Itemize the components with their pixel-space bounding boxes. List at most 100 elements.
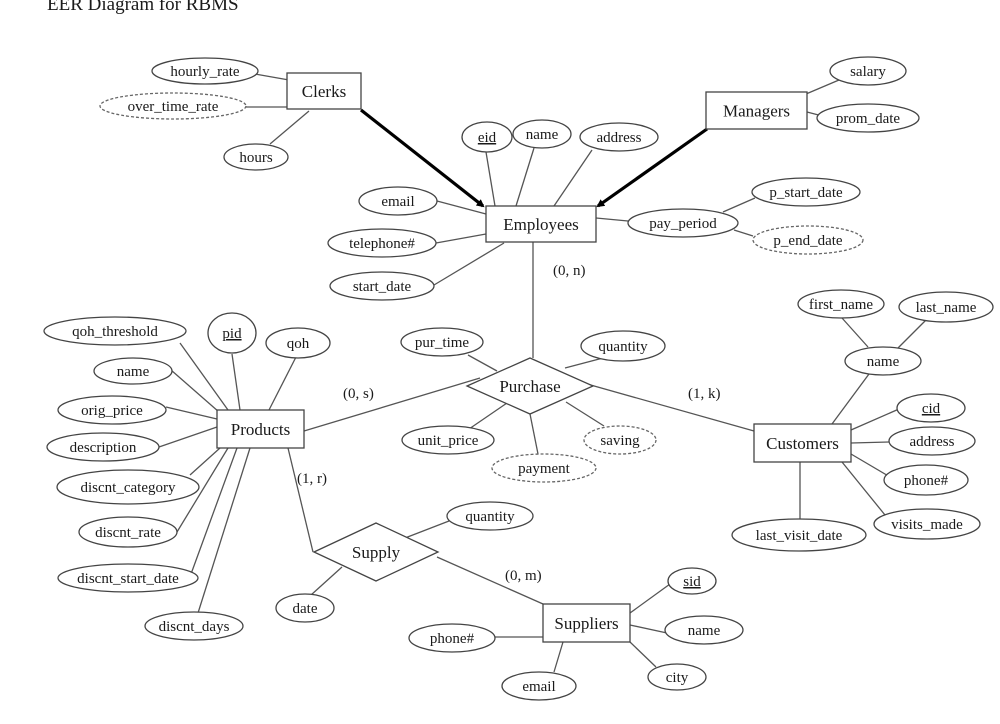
attribute-label: unit_price [418,433,479,449]
attribute-label: saving [600,433,640,449]
attribute-label: discnt_rate [95,525,161,541]
attribute-label: name [526,127,559,143]
attribute-customers-last_visit_date[interactable]: last_visit_date [731,518,867,552]
entity-clerks[interactable]: Clerks [286,72,362,110]
attribute-label: email [381,194,414,210]
attribute-suppliers-email[interactable]: email [501,671,577,701]
attribute-employees-name[interactable]: name [512,119,572,149]
cardinality-suppliers-supply: (0, m) [505,568,542,584]
attribute-connector [805,79,840,95]
attribute-connector [467,354,498,372]
attribute-connector [268,356,297,411]
entity-suppliers[interactable]: Suppliers [542,603,631,643]
relationship-supply[interactable]: Supply [312,522,440,582]
attribute-supply-date[interactable]: date [275,593,335,623]
attribute-employees-email[interactable]: email [358,186,438,216]
attribute-connector [850,453,891,478]
key-attribute-label: cid [922,401,941,417]
attribute-label: address [910,434,955,450]
attribute-products-orig_price[interactable]: orig_price [57,395,167,425]
attribute-label: last_name [916,300,977,316]
attribute-suppliers-phone[interactable]: phone# [408,623,496,653]
attribute-purchase-saving[interactable]: saving [583,425,657,455]
attribute-connector [433,242,505,286]
attribute-label: email [522,679,555,695]
attribute-purchase-quantity[interactable]: quantity [580,330,666,362]
attribute-name-first_name[interactable]: first_name [797,289,885,319]
attribute-supply-quantity[interactable]: quantity [446,501,534,531]
attribute-connector [850,441,890,444]
attribute-label: phone# [430,631,475,647]
attribute-suppliers-name[interactable]: name [664,615,744,645]
attribute-label: qoh [287,336,310,352]
attribute-products-name[interactable]: name [93,357,173,385]
attribute-connector [179,342,229,411]
attribute-label: city [666,670,689,686]
cardinality-customers-purchase: (1, k) [688,386,721,402]
attribute-pay_period-p_start_date[interactable]: p_start_date [751,177,861,207]
attribute-label: p_end_date [773,233,842,249]
attribute-products-description[interactable]: description [46,432,160,462]
attribute-clerks-over_time_rate[interactable]: over_time_rate [99,92,247,120]
entity-label: Clerks [302,82,346,101]
relationship-connector [287,447,314,553]
attribute-managers-salary[interactable]: salary [829,56,907,86]
attribute-purchase-payment[interactable]: payment [491,453,597,483]
attribute-purchase-pur_time[interactable]: pur_time [400,327,484,357]
attribute-employees-telephone[interactable]: telephone# [327,228,437,258]
attribute-connector [404,520,450,539]
attribute-products-qoh_threshold[interactable]: qoh_threshold [43,316,187,346]
attribute-employees-pay_period[interactable]: pay_period [627,208,739,238]
attribute-customers-visits_made[interactable]: visits_made [873,508,981,540]
attribute-label: payment [518,461,570,477]
entity-customers[interactable]: Customers [753,423,852,463]
attribute-products-discnt_start_date[interactable]: discnt_start_date [57,563,199,593]
attribute-suppliers-city[interactable]: city [647,663,707,691]
attribute-products-discnt_days[interactable]: discnt_days [144,611,244,641]
attribute-customers-address[interactable]: address [888,426,976,456]
attribute-label: first_name [809,297,873,313]
attribute-connector [435,233,487,244]
attribute-customers-name[interactable]: name [844,346,922,376]
attribute-label: start_date [353,279,412,295]
attribute-label: description [70,440,137,456]
attribute-customers-phone[interactable]: phone# [883,464,969,496]
entity-products[interactable]: Products [216,409,305,449]
entity-label: Suppliers [554,614,618,633]
attribute-clerks-hours[interactable]: hours [223,143,289,171]
cardinality-products-purchase: (0, s) [343,386,374,402]
attribute-label: quantity [598,339,648,355]
attribute-suppliers-sid[interactable]: sid [667,567,717,595]
relationship-label: Purchase [499,377,560,396]
attribute-connector [897,319,927,349]
attribute-employees-eid[interactable]: eid [461,121,513,153]
attribute-label: quantity [465,509,515,525]
attribute-customers-cid[interactable]: cid [896,393,966,423]
attribute-clerks-hourly_rate[interactable]: hourly_rate [151,57,259,85]
attribute-pay_period-p_end_date[interactable]: p_end_date [752,225,864,255]
attribute-products-discnt_category[interactable]: discnt_category [56,469,200,505]
attribute-label: discnt_category [81,480,176,496]
entity-managers[interactable]: Managers [705,91,808,130]
attribute-label: last_visit_date [756,528,843,544]
relationship-connector [303,377,481,432]
attribute-purchase-unit_price[interactable]: unit_price [401,425,495,455]
key-attribute-label: pid [222,326,242,342]
attribute-label: hours [239,150,272,166]
attribute-name-last_name[interactable]: last_name [898,291,994,323]
attribute-connector [831,373,870,425]
attribute-products-discnt_rate[interactable]: discnt_rate [78,516,178,548]
entity-employees[interactable]: Employees [485,205,597,243]
attribute-connector [850,408,900,431]
attribute-label: name [117,364,150,380]
attribute-label: pay_period [649,216,717,232]
relationship-purchase[interactable]: Purchase [465,357,595,415]
relationship-connector [579,381,755,432]
attribute-products-pid[interactable]: pid [207,312,257,354]
attribute-products-qoh[interactable]: qoh [265,327,331,359]
attribute-managers-prom_date[interactable]: prom_date [816,103,920,133]
attribute-label: address [597,130,642,146]
key-attribute-label: eid [478,130,497,146]
attribute-employees-start_date[interactable]: start_date [329,271,435,301]
attribute-employees-address[interactable]: address [579,122,659,152]
